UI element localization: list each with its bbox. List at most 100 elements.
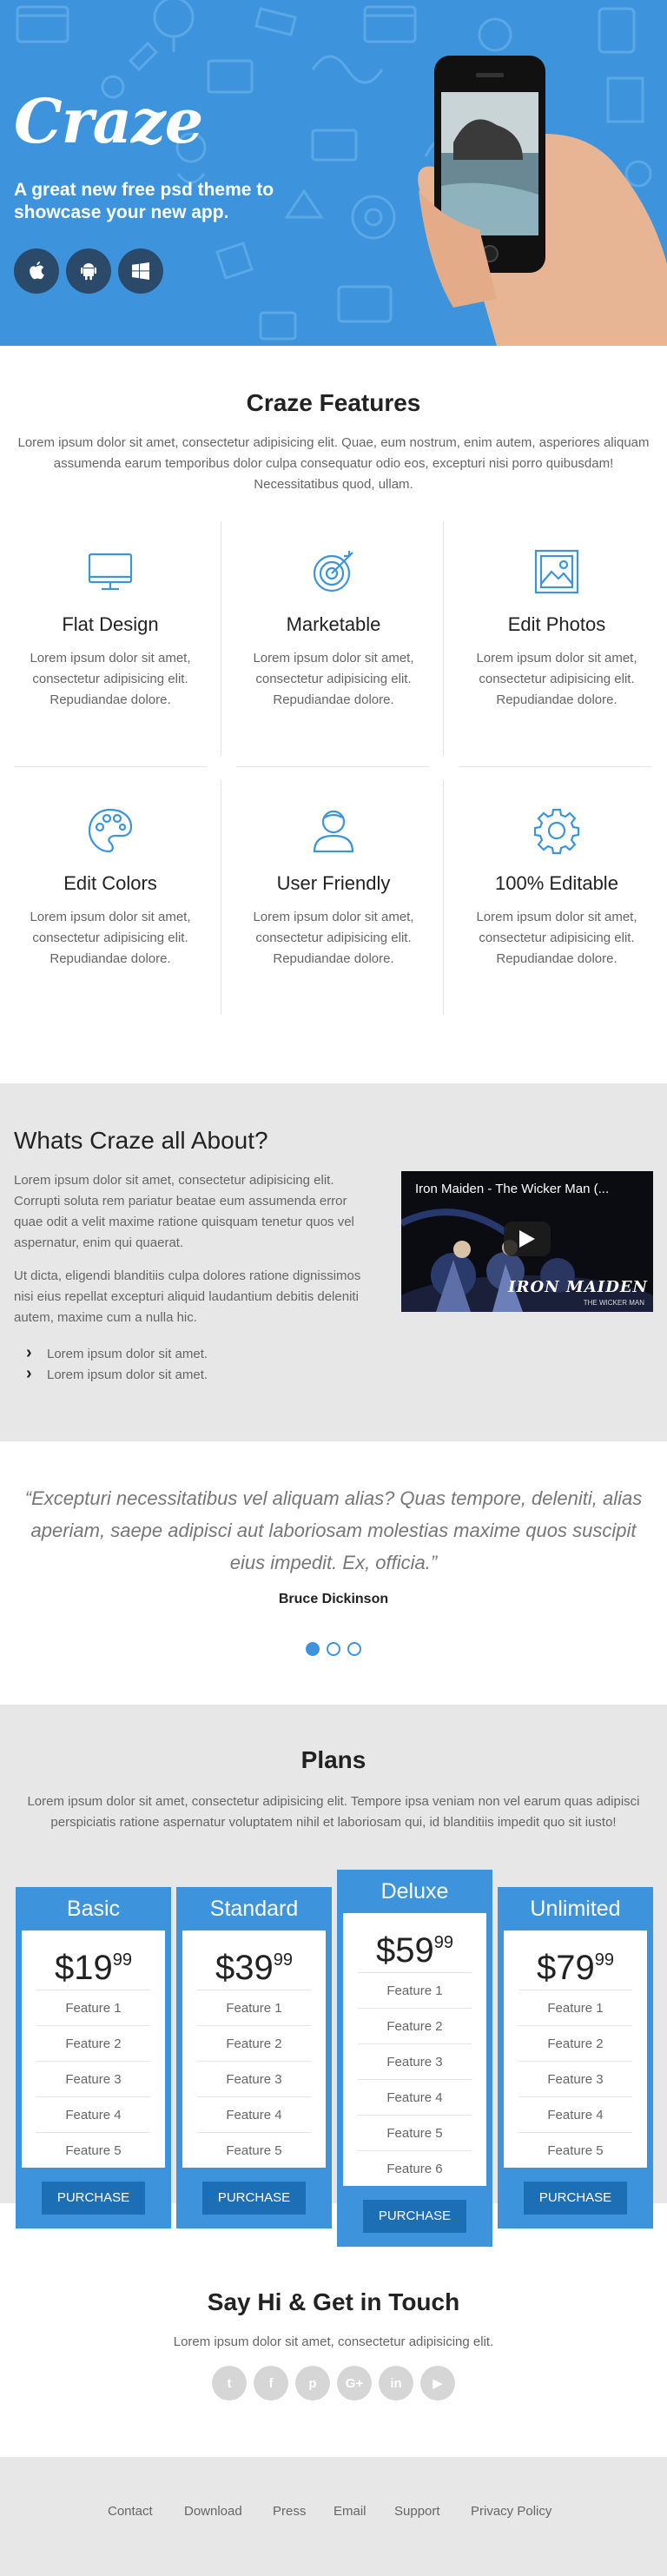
list-item: Feature 2	[518, 2025, 632, 2061]
about-section: Whats Craze all About? Lorem ipsum dolor…	[0, 1083, 667, 1441]
list-item: Lorem ipsum dolor sit amet.	[14, 1363, 208, 1386]
plan-price: $1999	[55, 1949, 132, 1987]
play-icon	[519, 1230, 535, 1248]
divider	[14, 766, 207, 767]
purchase-button[interactable]: PURCHASE	[41, 2182, 146, 2215]
footer-link-press[interactable]: Press	[273, 2504, 306, 2519]
video-band-subtitle: THE WICKER MAN	[583, 1299, 644, 1307]
feature-list: Feature 1 Feature 2 Feature 3 Feature 4 …	[182, 1990, 326, 2168]
list-item: Feature 4	[36, 2096, 150, 2132]
features-title: Craze Features	[246, 389, 421, 416]
list-item: Feature 4	[197, 2096, 311, 2132]
video-band-logo: IRON MAIDEN	[508, 1278, 648, 1296]
carousel-dot-active[interactable]	[306, 1642, 320, 1656]
pinterest-icon[interactable]: p	[295, 2366, 330, 2401]
palette-icon	[88, 808, 133, 853]
feature-text: Lorem ipsum dolor sit amet, consectetur …	[30, 910, 191, 966]
feature-flat-design: Flat Design Lorem ipsum dolor sit amet, …	[0, 547, 221, 711]
footer: Contact Download Press Email Support Pri…	[0, 2457, 667, 2576]
plan-price: $3999	[215, 1949, 293, 1987]
list-item: Feature 5	[36, 2132, 150, 2168]
footer-link-support[interactable]: Support	[394, 2504, 440, 2519]
apple-icon	[30, 262, 44, 280]
list-item: Feature 1	[358, 1972, 472, 2008]
footer-link-download[interactable]: Download	[184, 2504, 242, 2519]
purchase-button[interactable]: PURCHASE	[362, 2200, 467, 2233]
feature-list: Feature 1 Feature 2 Feature 3 Feature 4 …	[504, 1990, 647, 2168]
about-paragraph: Lorem ipsum dolor sit amet, consectetur …	[14, 1173, 354, 1250]
purchase-button[interactable]: PURCHASE	[523, 2182, 628, 2215]
list-item: Feature 4	[518, 2096, 632, 2132]
list-item: Feature 5	[358, 2115, 472, 2150]
list-item: Feature 3	[518, 2061, 632, 2096]
carousel-dot[interactable]	[347, 1642, 361, 1656]
image-icon	[534, 549, 579, 594]
list-item: Feature 3	[36, 2061, 150, 2096]
list-item: Feature 5	[197, 2132, 311, 2168]
linkedin-icon[interactable]: in	[379, 2366, 413, 2401]
twitter-icon[interactable]: t	[212, 2366, 247, 2401]
footer-link-privacy-policy[interactable]: Privacy Policy	[471, 2504, 551, 2519]
gear-icon	[533, 808, 580, 855]
carousel-dot[interactable]	[327, 1642, 340, 1656]
android-icon	[81, 263, 96, 281]
about-paragraph: Ut dicta, eligendi blanditiis culpa dolo…	[14, 1268, 361, 1325]
list-item: Feature 6	[358, 2150, 472, 2186]
target-icon	[313, 551, 353, 593]
android-store-button[interactable]	[66, 248, 111, 294]
feature-text: Lorem ipsum dolor sit amet, consectetur …	[253, 910, 414, 966]
feature-title: 100% Editable	[495, 872, 618, 894]
list-item: Feature 3	[197, 2061, 311, 2096]
apple-store-button[interactable]	[14, 248, 59, 294]
google-plus-icon[interactable]: G+	[337, 2366, 372, 2401]
plan-card-basic: Basic $1999 Feature 1 Feature 2 Feature …	[16, 1887, 171, 2228]
list-item: Feature 1	[518, 1990, 632, 2025]
list-item: Feature 2	[36, 2025, 150, 2061]
feature-marketable: Marketable Lorem ipsum dolor sit amet, c…	[223, 547, 444, 711]
plan-card-deluxe: Deluxe $5999 Feature 1 Feature 2 Feature…	[337, 1870, 492, 2247]
purchase-button[interactable]: PURCHASE	[201, 2182, 307, 2215]
phone-in-hand-image	[418, 56, 667, 346]
plan-card-standard: Standard $3999 Feature 1 Feature 2 Featu…	[176, 1887, 332, 2228]
testimonial-author: Bruce Dickinson	[278, 1592, 389, 1606]
user-icon	[313, 810, 354, 853]
list-item: Feature 5	[518, 2132, 632, 2168]
feature-title: Flat Design	[62, 613, 159, 635]
list-item: Feature 1	[36, 1990, 150, 2025]
monitor-icon	[88, 553, 133, 591]
about-title: Whats Craze all About?	[14, 1127, 268, 1154]
feature-text: Lorem ipsum dolor sit amet, consectetur …	[476, 910, 637, 966]
plan-price: $7999	[537, 1949, 614, 1987]
feature-title: Edit Colors	[63, 872, 157, 894]
feature-edit-photos: Edit Photos Lorem ipsum dolor sit amet, …	[446, 547, 667, 711]
feature-editable: 100% Editable Lorem ipsum dolor sit amet…	[446, 806, 667, 970]
contact-lead: Lorem ipsum dolor sit amet, consectetur …	[173, 2334, 494, 2349]
feature-title: Edit Photos	[507, 613, 606, 635]
video-player[interactable]: Iron Maiden - The Wicker Man (... IRON M…	[401, 1171, 653, 1312]
plan-name: Standard	[209, 1897, 299, 1921]
plans-title: Plans	[300, 1746, 367, 1773]
footer-link-email[interactable]: Email	[334, 2504, 367, 2519]
facebook-icon[interactable]: f	[254, 2366, 288, 2401]
feature-user-friendly: User Friendly Lorem ipsum dolor sit amet…	[223, 806, 444, 970]
divider	[236, 766, 429, 767]
list-item: Feature 2	[358, 2008, 472, 2043]
feature-text: Lorem ipsum dolor sit amet, consectetur …	[30, 651, 191, 707]
feature-list: Feature 1 Feature 2 Feature 3 Feature 4 …	[343, 1972, 486, 2186]
windows-store-button[interactable]	[118, 248, 163, 294]
plan-name: Deluxe	[380, 1879, 449, 1904]
play-button[interactable]	[504, 1222, 551, 1256]
plans-lead: Lorem ipsum dolor sit amet, consectetur …	[27, 1794, 640, 1830]
plan-name: Unlimited	[530, 1897, 621, 1921]
feature-text: Lorem ipsum dolor sit amet, consectetur …	[476, 651, 637, 707]
footer-link-contact[interactable]: Contact	[108, 2504, 153, 2519]
about-list: Lorem ipsum dolor sit amet. Lorem ipsum …	[14, 1342, 208, 1386]
divider	[459, 766, 651, 767]
youtube-icon[interactable]: ▶	[420, 2366, 455, 2401]
list-item: Feature 2	[197, 2025, 311, 2061]
feature-title: Marketable	[286, 613, 381, 635]
plan-card-unlimited: Unlimited $7999 Feature 1 Feature 2 Feat…	[498, 1887, 653, 2228]
feature-text: Lorem ipsum dolor sit amet, consectetur …	[253, 651, 414, 707]
windows-icon	[132, 262, 149, 280]
hero-banner: Craze A great new free psd theme to show…	[0, 0, 667, 346]
